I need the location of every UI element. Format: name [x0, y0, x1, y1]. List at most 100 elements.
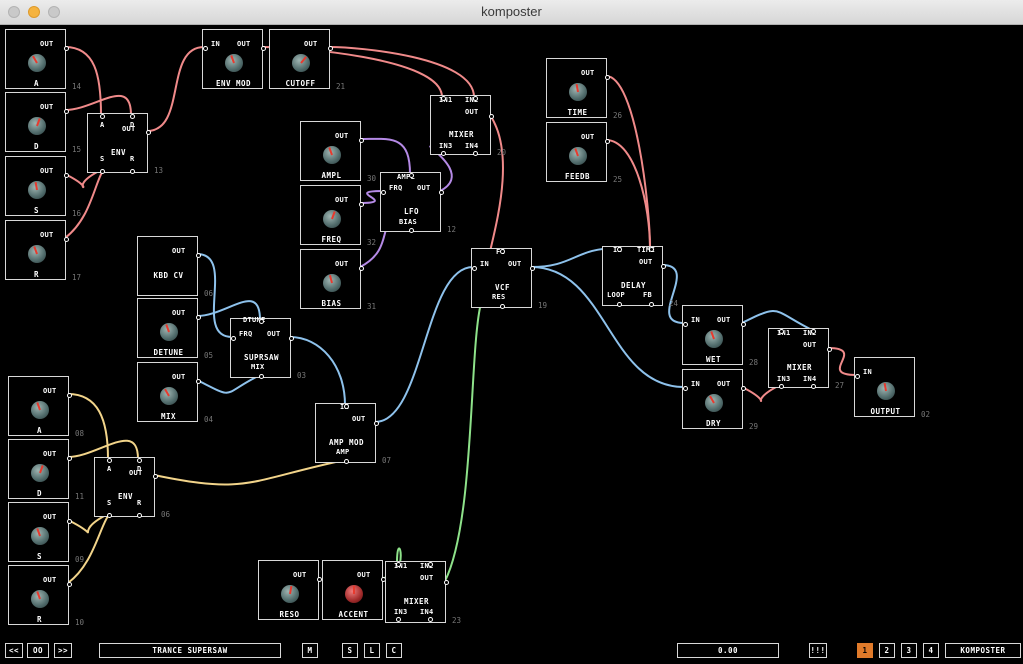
port-jack[interactable] — [683, 386, 688, 391]
knob-reso[interactable] — [280, 585, 299, 603]
module-cutoff[interactable]: OUT CUTOFF 21 — [269, 29, 345, 91]
port-jack[interactable] — [683, 322, 688, 327]
page-2-button[interactable]: 2 — [879, 643, 895, 658]
port-jack[interactable] — [473, 151, 478, 156]
knob-envmod[interactable] — [224, 54, 243, 72]
module-mix[interactable]: OUT MIX 04 — [137, 362, 213, 424]
module-d2[interactable]: OUT D 11 — [8, 439, 84, 501]
port-jack[interactable] — [64, 173, 69, 178]
module-time[interactable]: OUT TIME 26 — [546, 58, 622, 120]
port-jack[interactable] — [374, 421, 379, 426]
port-jack[interactable] — [489, 114, 494, 119]
port-jack[interactable] — [409, 228, 414, 233]
port-jack[interactable] — [359, 138, 364, 143]
play-button[interactable]: OO — [27, 643, 49, 658]
port-jack[interactable] — [64, 237, 69, 242]
port-jack[interactable] — [661, 264, 666, 269]
menu-button[interactable]: !!! — [809, 643, 827, 658]
patch-canvas[interactable]: OUT A 14 OUT D 15 OUT S 16 OUT R 17 A D OUT S R ENV 13 IN OU… — [0, 25, 1023, 635]
knob-wet[interactable] — [704, 330, 723, 348]
knob-r2[interactable] — [30, 590, 49, 608]
port-jack[interactable] — [444, 580, 449, 585]
knob-accent[interactable] — [344, 585, 363, 603]
module-mixer2[interactable]: IN1 IN2 OUT IN3 IN4 MIXER 27 — [768, 328, 844, 390]
port-jack[interactable] — [100, 169, 105, 174]
port-jack[interactable] — [649, 302, 654, 307]
knob-a1[interactable] — [27, 54, 46, 72]
knob-r1[interactable] — [27, 245, 46, 263]
port-jack[interactable] — [259, 319, 264, 324]
port-jack[interactable] — [107, 458, 112, 463]
knob-output[interactable] — [876, 382, 895, 400]
port-jack[interactable] — [741, 322, 746, 327]
port-jack[interactable] — [146, 130, 151, 135]
port-jack[interactable] — [67, 582, 72, 587]
module-d1[interactable]: OUT D 15 — [5, 92, 81, 154]
port-jack[interactable] — [196, 315, 201, 320]
port-jack[interactable] — [441, 96, 446, 101]
module-mixer1[interactable]: IN1 IN2 OUT IN3 IN4 MIXER 20 — [430, 95, 506, 157]
module-feedb[interactable]: OUT FEEDB 25 — [546, 122, 622, 184]
port-jack[interactable] — [261, 46, 266, 51]
next-button[interactable]: >> — [54, 643, 72, 658]
port-jack[interactable] — [196, 253, 201, 258]
port-jack[interactable] — [396, 562, 401, 567]
module-supsaw[interactable]: DTUNE FRQ OUT MIX SUPRSAW 03 — [230, 316, 306, 380]
port-jack[interactable] — [617, 247, 622, 252]
app-mode-button[interactable]: KOMPOSTER — [945, 643, 1021, 658]
port-jack[interactable] — [359, 266, 364, 271]
port-jack[interactable] — [649, 247, 654, 252]
port-jack[interactable] — [409, 173, 414, 178]
port-jack[interactable] — [231, 336, 236, 341]
port-jack[interactable] — [381, 190, 386, 195]
port-jack[interactable] — [67, 456, 72, 461]
port-jack[interactable] — [328, 46, 333, 51]
port-jack[interactable] — [130, 169, 135, 174]
module-delay[interactable]: INTIMEOUTLOOPFBDELAY24 — [602, 246, 678, 308]
knob-a2[interactable] — [30, 401, 49, 419]
port-jack[interactable] — [439, 190, 444, 195]
port-jack[interactable] — [137, 513, 142, 518]
module-reso[interactable]: OUT RESO — [258, 560, 322, 620]
port-jack[interactable] — [473, 96, 478, 101]
port-jack[interactable] — [811, 329, 816, 334]
port-jack[interactable] — [827, 347, 832, 352]
port-jack[interactable] — [428, 617, 433, 622]
module-env1[interactable]: A D OUT S R ENV 13 — [87, 113, 163, 175]
port-jack[interactable] — [472, 266, 477, 271]
knob-time[interactable] — [568, 83, 587, 101]
clear-button[interactable]: C — [386, 643, 402, 658]
port-jack[interactable] — [500, 249, 505, 254]
port-jack[interactable] — [605, 75, 610, 80]
module-vcf[interactable]: FCINOUTRESVCF19 — [471, 248, 547, 310]
port-jack[interactable] — [153, 474, 158, 479]
port-jack[interactable] — [259, 374, 264, 379]
module-r1[interactable]: OUT R 17 — [5, 220, 81, 282]
port-jack[interactable] — [100, 114, 105, 119]
module-a1[interactable]: OUT A 14 — [5, 29, 81, 91]
knob-d2[interactable] — [30, 464, 49, 482]
port-jack[interactable] — [617, 302, 622, 307]
port-jack[interactable] — [855, 374, 860, 379]
module-accent[interactable]: OUTACCENT22 — [322, 560, 398, 622]
knob-cutoff[interactable] — [291, 54, 310, 72]
knob-detune[interactable] — [159, 323, 178, 341]
module-lfo[interactable]: AMPL FRQ OUT BIAS LFO 12 — [380, 172, 456, 234]
port-jack[interactable] — [811, 384, 816, 389]
port-jack[interactable] — [64, 46, 69, 51]
load-button[interactable]: L — [364, 643, 380, 658]
module-detune[interactable]: OUT DETUNE 05 — [137, 298, 213, 360]
port-jack[interactable] — [428, 562, 433, 567]
port-jack[interactable] — [359, 202, 364, 207]
module-mixer3[interactable]: IN1 IN2 OUT IN3 IN4 MIXER 23 — [385, 561, 461, 625]
module-freq[interactable]: OUT FREQ 32 — [300, 185, 376, 247]
knob-dry[interactable] — [704, 394, 723, 412]
knob-feedb[interactable] — [568, 147, 587, 165]
song-name-field[interactable]: TRANCE SUPERSAW — [99, 643, 281, 658]
port-jack[interactable] — [289, 336, 294, 341]
knob-s2[interactable] — [30, 527, 49, 545]
module-kbdcv[interactable]: OUT KBD CV 06 — [137, 236, 213, 298]
module-output[interactable]: IN OUTPUT 02 — [854, 357, 930, 419]
module-ampl[interactable]: OUT AMPL 30 — [300, 121, 376, 183]
port-jack[interactable] — [137, 458, 142, 463]
